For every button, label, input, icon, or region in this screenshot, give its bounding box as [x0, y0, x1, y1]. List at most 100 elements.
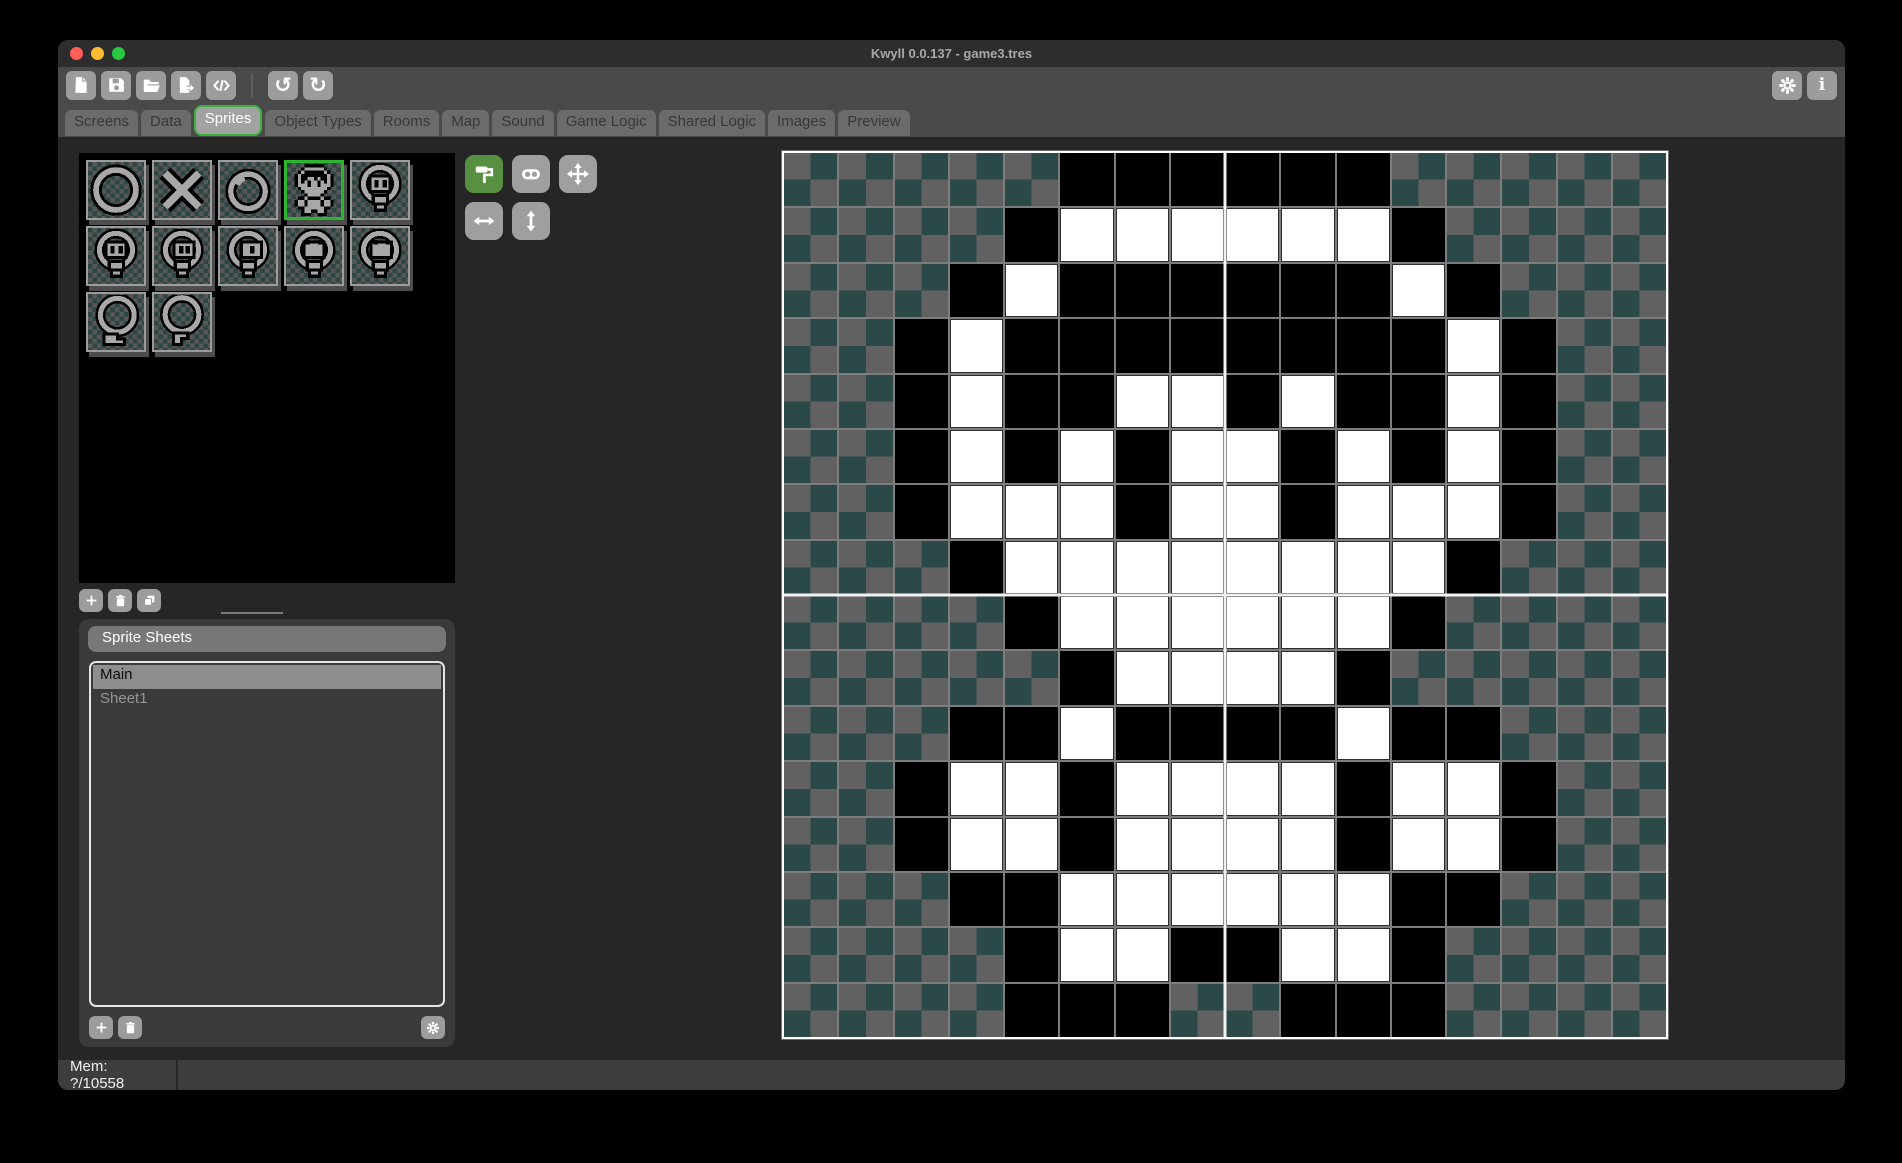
pixel-cell-5-12[interactable] — [1060, 818, 1113, 871]
pixel-cell-14-4[interactable] — [1558, 375, 1611, 428]
pixel-cell-10-6[interactable] — [1337, 485, 1390, 538]
pixel-cell-10-9[interactable] — [1337, 651, 1390, 704]
pixel-cell-12-10[interactable] — [1447, 707, 1500, 760]
pixel-cell-14-15[interactable] — [1558, 984, 1611, 1037]
pixel-cell-8-2[interactable] — [1226, 264, 1279, 317]
add-sheet-button[interactable] — [89, 1016, 113, 1039]
pixel-cell-11-15[interactable] — [1392, 984, 1445, 1037]
pixel-cell-13-14[interactable] — [1502, 928, 1555, 981]
pixel-cell-14-12[interactable] — [1558, 818, 1611, 871]
pixel-cell-3-6[interactable] — [950, 485, 1003, 538]
pixel-cell-13-10[interactable] — [1502, 707, 1555, 760]
pixel-cell-11-6[interactable] — [1392, 485, 1445, 538]
pixel-cell-12-2[interactable] — [1447, 264, 1500, 317]
pixel-cell-13-4[interactable] — [1502, 375, 1555, 428]
pixel-cell-3-7[interactable] — [950, 541, 1003, 594]
pixel-cell-8-12[interactable] — [1226, 818, 1279, 871]
pixel-cell-4-13[interactable] — [1005, 873, 1058, 926]
pixel-cell-6-12[interactable] — [1116, 818, 1169, 871]
sprite-thumbnail-figure-back[interactable] — [284, 226, 344, 286]
pixel-cell-2-14[interactable] — [895, 928, 948, 981]
pixel-cell-5-3[interactable] — [1060, 319, 1113, 372]
pixel-cell-3-10[interactable] — [950, 707, 1003, 760]
pixel-cell-9-0[interactable] — [1281, 153, 1334, 206]
pixel-cell-15-6[interactable] — [1613, 485, 1666, 538]
pixel-cell-8-13[interactable] — [1226, 873, 1279, 926]
pixel-cell-7-7[interactable] — [1171, 541, 1224, 594]
pixel-cell-0-5[interactable] — [784, 430, 837, 483]
pixel-cell-10-1[interactable] — [1337, 208, 1390, 261]
pixel-cell-5-15[interactable] — [1060, 984, 1113, 1037]
pixel-cell-8-1[interactable] — [1226, 208, 1279, 261]
pixel-cell-6-3[interactable] — [1116, 319, 1169, 372]
pixel-cell-9-4[interactable] — [1281, 375, 1334, 428]
pixel-cell-9-12[interactable] — [1281, 818, 1334, 871]
pixel-cell-12-8[interactable] — [1447, 596, 1500, 649]
pixel-cell-13-9[interactable] — [1502, 651, 1555, 704]
sprite-thumbnail-ghost[interactable] — [86, 292, 146, 352]
pixel-cell-14-11[interactable] — [1558, 762, 1611, 815]
pixel-cell-3-15[interactable] — [950, 984, 1003, 1037]
tab-preview[interactable]: Preview — [838, 110, 909, 136]
pixel-cell-10-14[interactable] — [1337, 928, 1390, 981]
pixel-cell-1-9[interactable] — [839, 651, 892, 704]
pixel-cell-6-13[interactable] — [1116, 873, 1169, 926]
pixel-cell-14-13[interactable] — [1558, 873, 1611, 926]
pixel-cell-10-12[interactable] — [1337, 818, 1390, 871]
pixel-cell-8-10[interactable] — [1226, 707, 1279, 760]
pixel-cell-2-11[interactable] — [895, 762, 948, 815]
pixel-cell-13-1[interactable] — [1502, 208, 1555, 261]
pixel-cell-2-5[interactable] — [895, 430, 948, 483]
redo-button[interactable]: ↻ — [303, 71, 333, 100]
pixel-cell-9-2[interactable] — [1281, 264, 1334, 317]
sprite-thumbnail-figure-side[interactable] — [218, 226, 278, 286]
pixel-cell-0-13[interactable] — [784, 873, 837, 926]
pixel-cell-4-12[interactable] — [1005, 818, 1058, 871]
pixel-cell-6-10[interactable] — [1116, 707, 1169, 760]
pixel-cell-9-9[interactable] — [1281, 651, 1334, 704]
pixel-cell-1-13[interactable] — [839, 873, 892, 926]
pixel-cell-3-2[interactable] — [950, 264, 1003, 317]
sprite-thumbnail-figure-turn[interactable] — [152, 226, 212, 286]
add-sprite-button[interactable] — [79, 589, 103, 612]
panel-resize-handle[interactable] — [221, 612, 283, 614]
pixel-cell-12-5[interactable] — [1447, 430, 1500, 483]
mask-tool[interactable] — [512, 155, 550, 193]
pixel-cell-8-5[interactable] — [1226, 430, 1279, 483]
pixel-cell-15-1[interactable] — [1613, 208, 1666, 261]
pixel-cell-7-11[interactable] — [1171, 762, 1224, 815]
pixel-cell-9-7[interactable] — [1281, 541, 1334, 594]
pixel-cell-15-9[interactable] — [1613, 651, 1666, 704]
pixel-cell-11-4[interactable] — [1392, 375, 1445, 428]
pixel-cell-5-5[interactable] — [1060, 430, 1113, 483]
pixel-cell-8-9[interactable] — [1226, 651, 1279, 704]
pixel-cell-2-8[interactable] — [895, 596, 948, 649]
sprite-thumbnail-ring[interactable] — [86, 160, 146, 220]
pixel-cell-10-5[interactable] — [1337, 430, 1390, 483]
pixel-cell-11-10[interactable] — [1392, 707, 1445, 760]
pixel-cell-6-15[interactable] — [1116, 984, 1169, 1037]
sheet-item-main[interactable]: Main — [93, 665, 441, 689]
pixel-cell-13-5[interactable] — [1502, 430, 1555, 483]
pixel-cell-9-6[interactable] — [1281, 485, 1334, 538]
pixel-cell-15-2[interactable] — [1613, 264, 1666, 317]
pixel-cell-7-15[interactable] — [1171, 984, 1224, 1037]
pixel-cell-10-7[interactable] — [1337, 541, 1390, 594]
pixel-cell-5-10[interactable] — [1060, 707, 1113, 760]
sprite-thumbnail-ghost-2[interactable] — [152, 292, 212, 352]
pixel-cell-1-2[interactable] — [839, 264, 892, 317]
pixel-cell-12-13[interactable] — [1447, 873, 1500, 926]
pixel-cell-13-6[interactable] — [1502, 485, 1555, 538]
pixel-cell-9-11[interactable] — [1281, 762, 1334, 815]
sprite-thumbnail-skull[interactable] — [284, 160, 344, 220]
pixel-cell-13-11[interactable] — [1502, 762, 1555, 815]
pixel-cell-14-6[interactable] — [1558, 485, 1611, 538]
pixel-cell-15-4[interactable] — [1613, 375, 1666, 428]
pixel-cell-6-1[interactable] — [1116, 208, 1169, 261]
pixel-cell-3-12[interactable] — [950, 818, 1003, 871]
pixel-cell-3-8[interactable] — [950, 596, 1003, 649]
new-file-button[interactable] — [66, 71, 96, 100]
pixel-cell-12-12[interactable] — [1447, 818, 1500, 871]
pixel-cell-2-7[interactable] — [895, 541, 948, 594]
pixel-cell-11-3[interactable] — [1392, 319, 1445, 372]
